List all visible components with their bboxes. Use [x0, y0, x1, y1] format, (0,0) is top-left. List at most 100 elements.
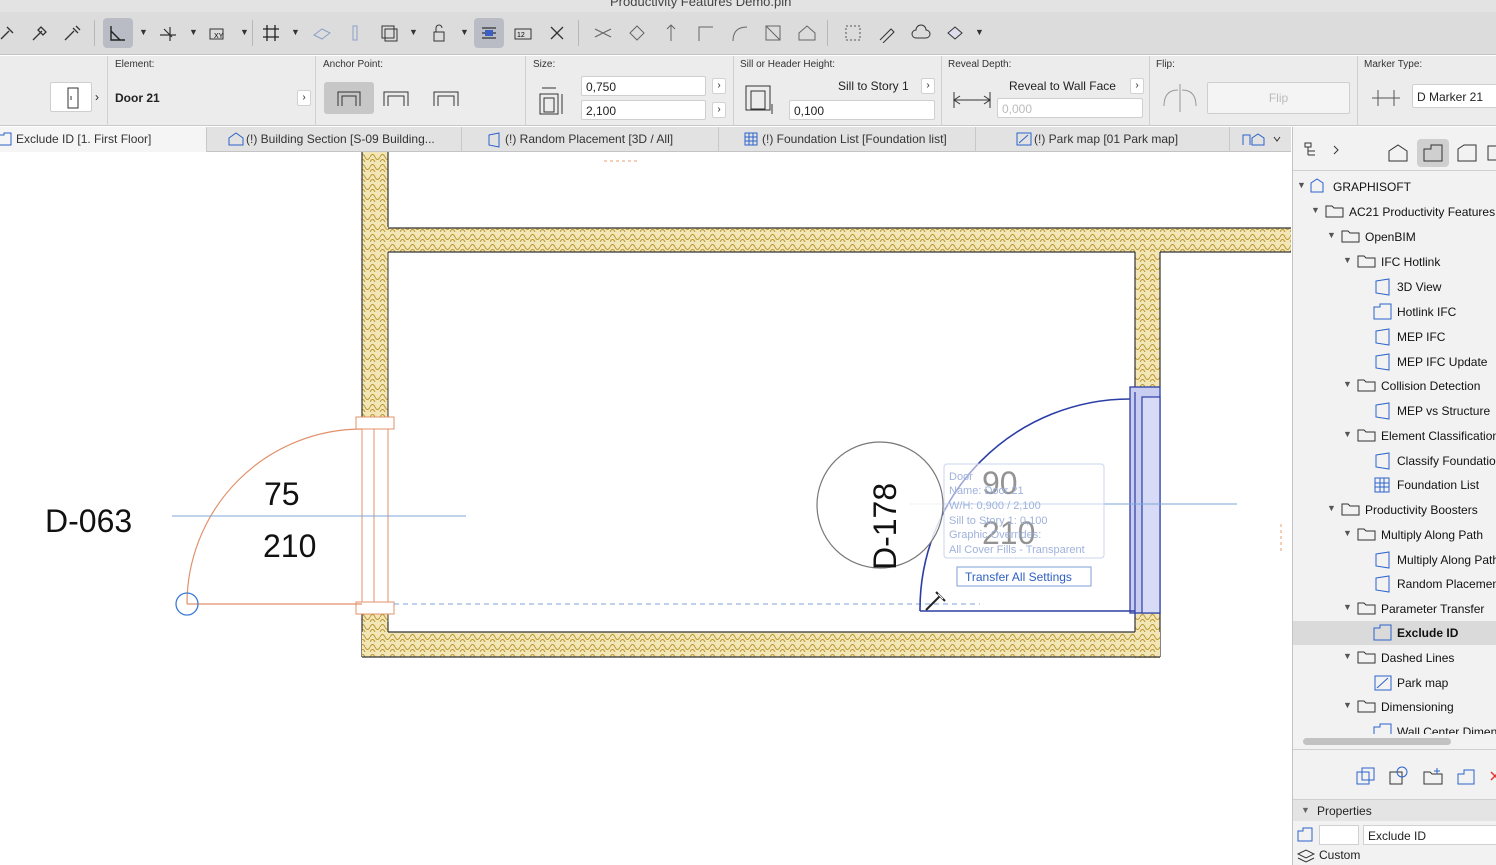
layer-icon[interactable] — [340, 18, 370, 48]
eyedropper-icon[interactable] — [24, 18, 54, 48]
tree-item-element-classification[interactable]: ▼ Element Classification — [1293, 424, 1496, 448]
new-folder-icon[interactable] — [1422, 766, 1444, 789]
tree-item-dimensioning[interactable]: ▼ Dimensioning — [1293, 695, 1496, 719]
cross-icon[interactable] — [542, 18, 572, 48]
marker-type-select[interactable]: D Marker 21 — [1412, 84, 1496, 108]
organizer-icon[interactable] — [1301, 141, 1341, 162]
adjust-icon[interactable] — [622, 18, 652, 48]
chevron-down-icon[interactable]: ▼ — [139, 27, 148, 37]
project-map-icon[interactable] — [1387, 143, 1409, 166]
roof-icon[interactable] — [792, 18, 822, 48]
element-value[interactable]: Door 21 — [115, 91, 160, 105]
tree-item-multiply-along-path[interactable]: Multiply Along Path — [1293, 548, 1496, 572]
disclosure-triangle-icon[interactable]: ▼ — [1343, 255, 1352, 265]
xy-snap-icon[interactable]: XY — [203, 18, 233, 48]
tree-item-hotlink-ifc[interactable]: Hotlink IFC — [1293, 300, 1496, 324]
horizontal-scrollbar[interactable] — [1303, 738, 1451, 745]
syringe-icon[interactable] — [57, 18, 87, 48]
chevron-down-icon[interactable]: ▼ — [409, 27, 418, 37]
magic-wand-icon[interactable] — [474, 18, 504, 48]
tree-item-wall-center-dimensions[interactable]: Wall Center Dimensions — [1293, 720, 1496, 734]
explode-icon[interactable] — [758, 18, 788, 48]
tree-item-dashed-lines[interactable]: ▼ Dashed Lines — [1293, 646, 1496, 670]
tree-item-openbim[interactable]: ▼ OpenBIM — [1293, 225, 1496, 249]
reveal-mode[interactable]: Reveal to Wall Face — [1009, 79, 1116, 93]
tree-item-park-map[interactable]: Park map — [1293, 671, 1496, 695]
tree-item-collision-detection[interactable]: ▼ Collision Detection — [1293, 374, 1496, 398]
construction-grid-icon[interactable] — [307, 18, 337, 48]
anchor-right-icon[interactable] — [432, 86, 462, 113]
edit-icon[interactable] — [872, 18, 902, 48]
clone-folder-icon[interactable] — [1355, 766, 1377, 789]
floor-plan-canvas[interactable]: D-063 75 210 D-178 90 210 Door Name: Doo… — [0, 152, 1291, 865]
tree-item-3d-view[interactable]: 3D View — [1293, 275, 1496, 299]
flip-button[interactable]: Flip — [1207, 82, 1350, 114]
disclosure-triangle-icon[interactable]: ▼ — [1343, 651, 1352, 661]
group-icon[interactable] — [838, 18, 868, 48]
tab-foundation-list[interactable]: (!) Foundation List [Foundation list] — [738, 127, 976, 152]
sill-mode[interactable]: Sill to Story 1 — [838, 79, 909, 93]
disclosure-triangle-icon[interactable]: ▼ — [1311, 205, 1320, 215]
tree-item-mep-ifc[interactable]: MEP IFC — [1293, 325, 1496, 349]
tab-park-map[interactable]: (!) Park map [01 Park map] — [1010, 127, 1230, 152]
chevron-right-icon[interactable]: › — [712, 78, 726, 94]
split-icon[interactable] — [588, 18, 618, 48]
tree-item-exclude-id[interactable]: Exclude ID — [1293, 621, 1496, 645]
suspend-groups-icon[interactable] — [424, 18, 454, 48]
guide-lines-icon[interactable] — [103, 18, 133, 48]
view-id-input[interactable] — [1319, 825, 1359, 845]
save-view-icon[interactable] — [1456, 766, 1478, 789]
grid-snap-icon[interactable] — [256, 18, 286, 48]
tree-item-ac21[interactable]: ▼ AC21 Productivity Features — [1293, 200, 1496, 224]
chevron-down-icon[interactable]: ▼ — [291, 27, 300, 37]
delete-icon[interactable] — [1489, 768, 1496, 787]
tree-item-foundation-list[interactable]: Foundation List — [1293, 473, 1496, 497]
morph-icon[interactable] — [940, 18, 970, 48]
anchor-left-icon[interactable] — [324, 82, 374, 114]
disclosure-triangle-icon[interactable]: ▼ — [1343, 379, 1352, 389]
view-map-icon[interactable] — [1417, 139, 1449, 167]
tab-exclude-id[interactable]: Exclude ID [1. First Floor] — [0, 127, 207, 152]
view-name-input[interactable]: Exclude ID — [1363, 825, 1496, 845]
layer-combination-value[interactable]: Custom — [1319, 848, 1360, 862]
tree-item-mep-vs-structure[interactable]: MEP vs Structure — [1293, 399, 1496, 423]
tree-item-random-placement[interactable]: Random Placement — [1293, 572, 1496, 596]
chevron-down-icon[interactable]: ▼ — [975, 27, 984, 37]
disclosure-triangle-icon[interactable]: ▼ — [1343, 528, 1352, 538]
tree-item-multiply-along-path-folder[interactable]: ▼ Multiply Along Path — [1293, 523, 1496, 547]
chevron-right-icon[interactable]: › — [712, 102, 726, 118]
tab-random-placement[interactable]: (!) Random Placement [3D / All] — [481, 127, 719, 152]
anchor-center-icon[interactable] — [382, 86, 412, 113]
reveal-input[interactable]: 0,000 — [997, 98, 1143, 118]
fillet-icon[interactable] — [724, 18, 754, 48]
disclosure-triangle-icon[interactable]: ▼ — [1343, 429, 1352, 439]
tree-item-mep-ifc-update[interactable]: MEP IFC Update — [1293, 350, 1496, 374]
tree-item-graphisoft[interactable]: ▼ GRAPHISOFT — [1293, 175, 1496, 199]
disclosure-triangle-icon[interactable]: ▼ — [1327, 230, 1336, 240]
width-input[interactable]: 0,750 — [581, 76, 706, 96]
measure-icon[interactable]: 12 — [508, 18, 538, 48]
disclosure-triangle-icon[interactable]: ▼ — [1327, 503, 1336, 513]
snap-guides-icon[interactable] — [153, 18, 183, 48]
chevron-down-icon[interactable]: ▼ — [460, 27, 469, 37]
disclosure-triangle-icon[interactable]: ▼ — [1343, 700, 1352, 710]
chevron-right-icon[interactable]: › — [1130, 78, 1144, 94]
pick-up-icon[interactable] — [0, 18, 22, 48]
tree-item-classify-foundation[interactable]: Classify Foundation — [1293, 449, 1496, 473]
sill-input[interactable]: 0,100 — [789, 100, 935, 120]
height-input[interactable]: 2,100 — [581, 100, 706, 120]
chevron-right-icon[interactable]: › — [297, 90, 311, 106]
publisher-icon[interactable] — [1487, 143, 1496, 166]
offset-icon[interactable] — [656, 18, 686, 48]
tab-building-section[interactable]: (!) Building Section [S-09 Building... — [222, 127, 462, 152]
chevron-down-icon[interactable]: ▼ — [240, 27, 249, 37]
tree-item-productivity-boosters[interactable]: ▼ Productivity Boosters — [1293, 498, 1496, 522]
tree-item-ifc-hotlink[interactable]: ▼ IFC Hotlink — [1293, 250, 1496, 274]
properties-header[interactable]: ▼ Properties — [1293, 799, 1496, 821]
intersect-icon[interactable] — [690, 18, 720, 48]
tree-item-parameter-transfer[interactable]: ▼ Parameter Transfer — [1293, 597, 1496, 621]
new-view-icon[interactable] — [1388, 766, 1410, 789]
door-preview-icon[interactable] — [50, 82, 92, 112]
layout-book-icon[interactable] — [1456, 143, 1478, 166]
disclosure-triangle-icon[interactable]: ▼ — [1343, 602, 1352, 612]
